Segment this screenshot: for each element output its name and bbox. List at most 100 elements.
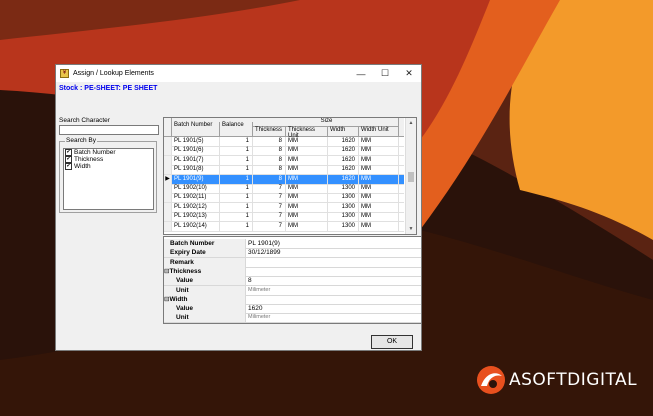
current-row-arrow-icon: ▶ [164, 174, 172, 184]
property-key: Value [164, 304, 246, 314]
scroll-down-arrow-icon[interactable]: ▼ [406, 224, 416, 234]
cell-batch-number: PL 1901(5) [172, 137, 220, 146]
cell-thickness: 7 [253, 202, 286, 212]
app-icon: ¥ [60, 69, 69, 78]
assign-lookup-dialog: ¥ Assign / Lookup Elements — ☐ ✕ Stock :… [55, 64, 422, 351]
cell-thickness: 8 [253, 137, 286, 146]
cell-width-unit: MM [359, 184, 399, 193]
search-character-label: Search Character [59, 117, 110, 124]
brand-text: ASOFTDIGITAL [509, 370, 638, 390]
row-indicator [164, 184, 172, 193]
cell-thickness-unit: MM [286, 202, 328, 212]
cell-thickness: 7 [253, 184, 286, 193]
property-key: Batch Number [164, 239, 246, 248]
cell-balance: 1 [220, 165, 253, 175]
row-indicator [164, 221, 172, 231]
cell-batch-number: PL 1901(6) [172, 146, 220, 156]
grid-vertical-scrollbar[interactable]: ▲ ▼ [405, 118, 416, 234]
table-row[interactable]: PL 1902(14) 1 7 MM 1300 MM [164, 221, 404, 232]
search-by-width-checkbox[interactable]: ✔ Width [64, 163, 153, 170]
cell-thickness-unit: MM [286, 165, 328, 175]
property-category: ⊟Width [164, 294, 246, 304]
header-width[interactable]: Width [328, 127, 359, 136]
cell-thickness-unit: MM [286, 146, 328, 156]
cell-thickness: 8 [253, 155, 286, 165]
cell-balance: 1 [220, 212, 253, 222]
property-row[interactable]: Unit Milimeter [164, 313, 421, 324]
cell-balance: 1 [220, 184, 253, 193]
cell-width: 1620 [328, 137, 359, 146]
batch-grid: Batch Number Balance Size Thickness Thic… [163, 117, 417, 235]
scroll-up-arrow-icon[interactable]: ▲ [406, 118, 416, 128]
cell-width-unit: MM [359, 155, 399, 165]
search-panel: Search Character Search By ✔ Batch Numbe… [59, 117, 159, 213]
minimize-button[interactable]: — [349, 65, 373, 82]
cell-width-unit: MM [359, 174, 399, 184]
property-key: Unit [164, 285, 246, 295]
cell-width-unit: MM [359, 202, 399, 212]
maximize-button[interactable]: ☐ [373, 65, 397, 82]
cell-width: 1300 [328, 212, 359, 222]
header-thickness-unit[interactable]: Thickness Unit [286, 127, 328, 139]
property-value[interactable]: PL 1901(9) [248, 239, 280, 248]
cell-thickness-unit: MM [286, 174, 328, 184]
property-value[interactable]: Milimeter [248, 313, 270, 322]
title-bar: ¥ Assign / Lookup Elements — ☐ ✕ [56, 65, 421, 82]
cell-thickness-unit: MM [286, 155, 328, 165]
property-key: Value [164, 276, 246, 286]
cell-thickness: 7 [253, 212, 286, 222]
header-size: Size [253, 118, 399, 127]
property-category-label: Width [169, 295, 188, 303]
asoftdigital-logo-icon [477, 366, 505, 394]
cell-width-unit: MM [359, 193, 399, 203]
cell-batch-number: PL 1901(9) [172, 174, 220, 184]
cell-balance: 1 [220, 155, 253, 165]
ok-button[interactable]: OK [371, 335, 413, 349]
cell-width: 1620 [328, 174, 359, 184]
cell-width-unit: MM [359, 146, 399, 156]
row-indicator [164, 212, 172, 222]
header-batch-number[interactable]: Batch Number [172, 122, 220, 136]
search-by-legend: Search By [65, 137, 97, 144]
checkbox-checked-icon: ✔ [65, 149, 72, 156]
properties-panel: Batch Number PL 1901(9) Expiry Date 30/12/1… [163, 236, 422, 324]
cell-batch-number: PL 1902(13) [172, 212, 220, 222]
cell-batch-number: PL 1901(7) [172, 155, 220, 165]
row-indicator [164, 146, 172, 156]
property-value[interactable]: 8 [248, 276, 252, 285]
cell-balance: 1 [220, 193, 253, 203]
cell-balance: 1 [220, 202, 253, 212]
property-value[interactable]: 1620 [248, 304, 262, 313]
search-by-batch-number-checkbox[interactable]: ✔ Batch Number [64, 149, 153, 156]
row-indicator [164, 202, 172, 212]
cell-thickness: 8 [253, 174, 286, 184]
property-value[interactable]: 30/12/1899 [248, 248, 281, 257]
cell-thickness-unit: MM [286, 184, 328, 193]
cell-thickness: 8 [253, 146, 286, 156]
row-indicator [164, 193, 172, 203]
header-thickness[interactable]: Thickness [253, 127, 286, 136]
scroll-thumb[interactable] [408, 172, 414, 182]
cell-thickness: 7 [253, 193, 286, 203]
cell-width-unit: MM [359, 137, 399, 146]
close-button[interactable]: ✕ [397, 65, 421, 82]
cell-balance: 1 [220, 137, 253, 146]
search-character-input[interactable] [59, 125, 159, 135]
cell-batch-number: PL 1901(8) [172, 165, 220, 175]
cell-thickness: 7 [253, 221, 286, 231]
property-key: Expiry Date [164, 248, 246, 258]
cell-width: 1300 [328, 221, 359, 231]
search-by-thickness-checkbox[interactable]: ✔ Thickness [64, 156, 153, 163]
header-balance[interactable]: Balance [220, 122, 253, 136]
row-indicator [164, 137, 172, 146]
cell-balance: 1 [220, 146, 253, 156]
cell-width-unit: MM [359, 165, 399, 175]
cell-batch-number: PL 1902(12) [172, 202, 220, 212]
header-width-unit[interactable]: Width Unit [359, 127, 399, 136]
grid-header: Batch Number Balance Size Thickness Thic… [164, 118, 404, 139]
cell-width-unit: MM [359, 221, 399, 231]
cell-thickness-unit: MM [286, 193, 328, 203]
cell-thickness: 8 [253, 165, 286, 175]
cell-batch-number: PL 1902(14) [172, 221, 220, 231]
property-value[interactable]: Milimeter [248, 286, 270, 295]
